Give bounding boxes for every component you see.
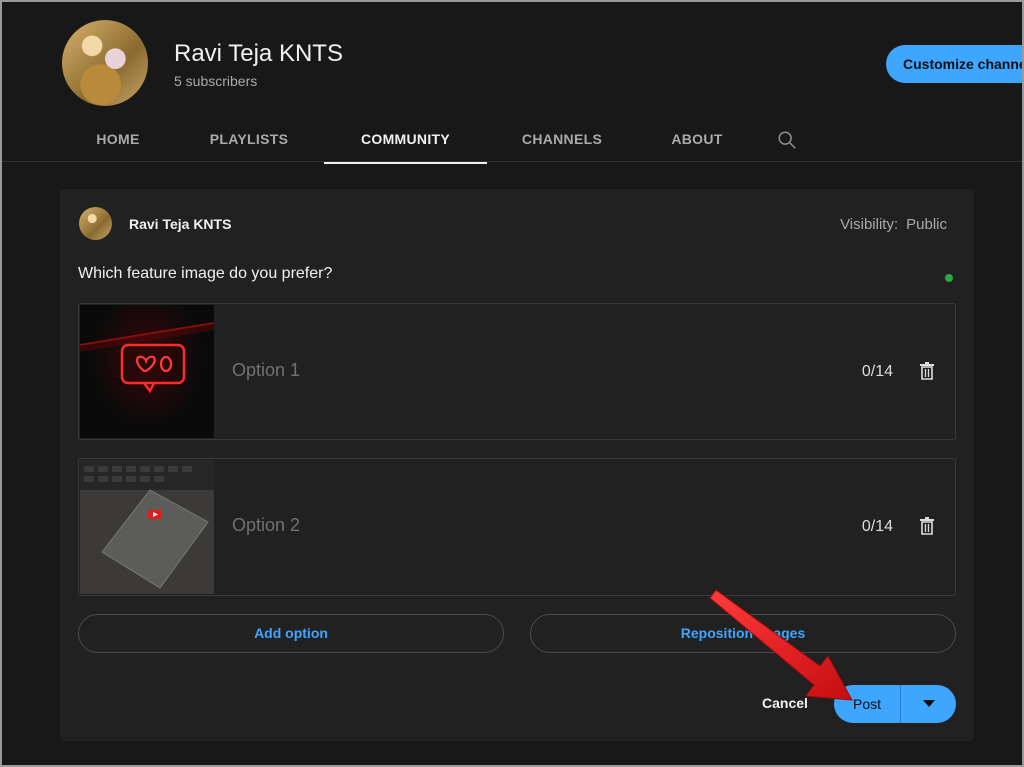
channel-header: Ravi Teja KNTS 5 subscribers Customize c… <box>2 2 1024 164</box>
poll-question[interactable]: Which feature image do you prefer? <box>78 265 332 283</box>
option-1-input[interactable]: Option 1 <box>232 360 300 381</box>
option-2-input[interactable]: Option 2 <box>232 515 300 536</box>
community-post-composer: Ravi Teja KNTS Visibility: Public Which f… <box>60 189 974 741</box>
visibility-selector[interactable]: Visibility: Public <box>840 216 947 233</box>
add-option-button[interactable]: Add option <box>78 614 504 653</box>
status-dot <box>945 274 953 282</box>
channel-tabs: HOME PLAYLISTS COMMUNITY CHANNELS ABOUT <box>62 116 817 164</box>
post-button-group: Post <box>834 685 956 723</box>
tab-search[interactable] <box>757 116 817 164</box>
channel-avatar[interactable] <box>62 20 148 106</box>
author-avatar <box>79 207 112 240</box>
channel-name: Ravi Teja KNTS <box>174 40 343 67</box>
option-1-image[interactable] <box>80 305 214 438</box>
tab-community[interactable]: COMMUNITY <box>324 116 487 164</box>
option-1-char-count: 0/14 <box>861 363 893 380</box>
post-author: Ravi Teja KNTS <box>129 216 232 232</box>
post-button[interactable]: Post <box>834 685 900 723</box>
option-2-char-count: 0/14 <box>861 518 893 535</box>
trash-icon[interactable] <box>919 362 935 380</box>
subscriber-count: 5 subscribers <box>174 73 258 89</box>
visibility-label: Visibility: <box>840 216 899 233</box>
cancel-button[interactable]: Cancel <box>762 695 808 711</box>
tab-channels[interactable]: CHANNELS <box>487 116 637 164</box>
visibility-value: Public <box>906 216 947 233</box>
customize-channel-button[interactable]: Customize channel <box>886 45 1024 83</box>
poll-option-1[interactable]: Option 1 0/14 <box>78 303 956 440</box>
trash-icon[interactable] <box>919 517 935 535</box>
search-icon <box>778 131 796 149</box>
tab-about[interactable]: ABOUT <box>637 116 757 164</box>
post-options-dropdown[interactable] <box>901 685 956 723</box>
caret-down-icon <box>922 700 935 707</box>
poll-option-2[interactable]: Option 2 0/14 <box>78 458 956 596</box>
reposition-images-button[interactable]: Reposition images <box>530 614 956 653</box>
tab-home[interactable]: HOME <box>62 116 174 164</box>
tab-playlists[interactable]: PLAYLISTS <box>174 116 324 164</box>
option-2-image[interactable] <box>80 460 214 594</box>
